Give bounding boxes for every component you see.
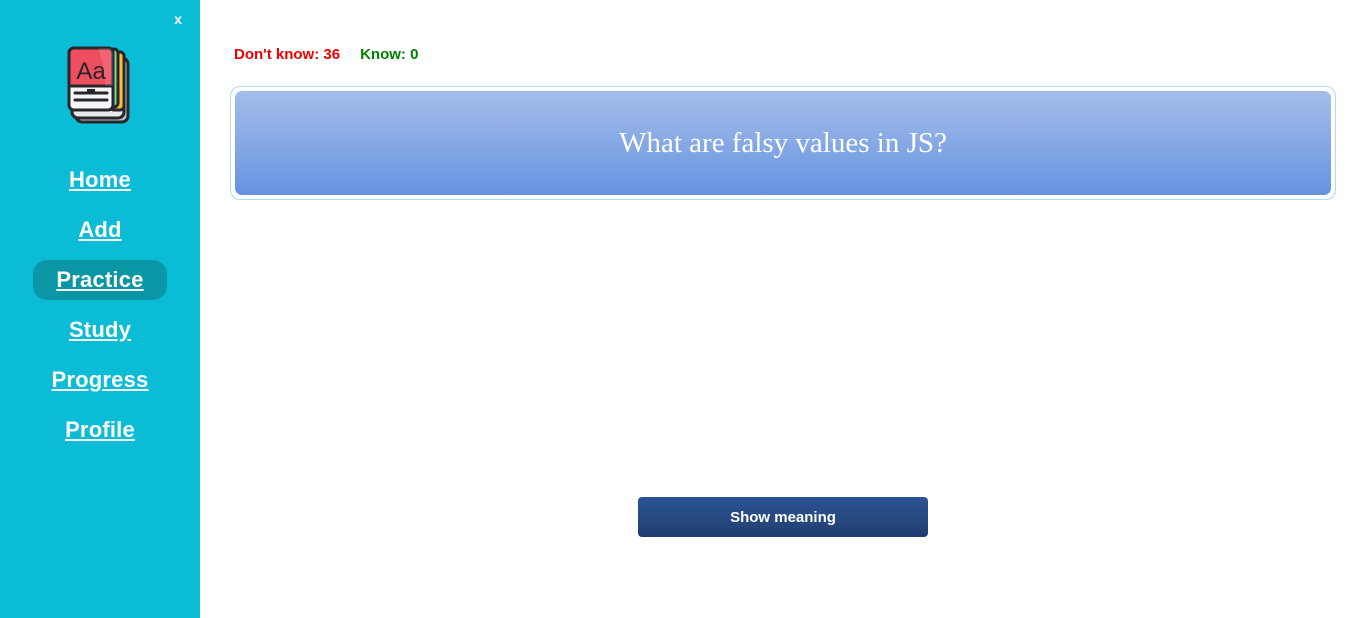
practice-stats: Don't know: 36 Know: 0 xyxy=(234,46,418,63)
show-meaning-button[interactable]: Show meaning xyxy=(638,497,928,537)
close-icon[interactable]: x xyxy=(170,10,186,28)
sidebar: x Aa Home Add Practice Study Progress Pr… xyxy=(0,0,200,618)
dont-know-count: Don't know: 36 xyxy=(234,46,341,63)
sidebar-item-practice[interactable]: Practice xyxy=(33,260,167,300)
know-count: Know: 0 xyxy=(360,46,419,63)
sidebar-item-home[interactable]: Home xyxy=(33,160,167,200)
sidebar-item-study[interactable]: Study xyxy=(33,310,167,350)
flashcard[interactable]: What are falsy values in JS? xyxy=(230,86,1336,200)
flashcard-face[interactable]: What are falsy values in JS? xyxy=(235,91,1331,195)
flashcard-question: What are falsy values in JS? xyxy=(619,126,947,159)
svg-text:Aa: Aa xyxy=(76,58,106,85)
sidebar-item-profile[interactable]: Profile xyxy=(33,410,167,450)
flashcard-stack-icon: Aa xyxy=(62,44,138,130)
app-window: x Aa Home Add Practice Study Progress Pr… xyxy=(0,0,1366,618)
sidebar-nav: Home Add Practice Study Progress Profile xyxy=(0,160,200,460)
main-content: Don't know: 36 Know: 0 What are falsy val… xyxy=(200,0,1366,618)
sidebar-item-progress[interactable]: Progress xyxy=(33,360,167,400)
sidebar-item-add[interactable]: Add xyxy=(33,210,167,250)
